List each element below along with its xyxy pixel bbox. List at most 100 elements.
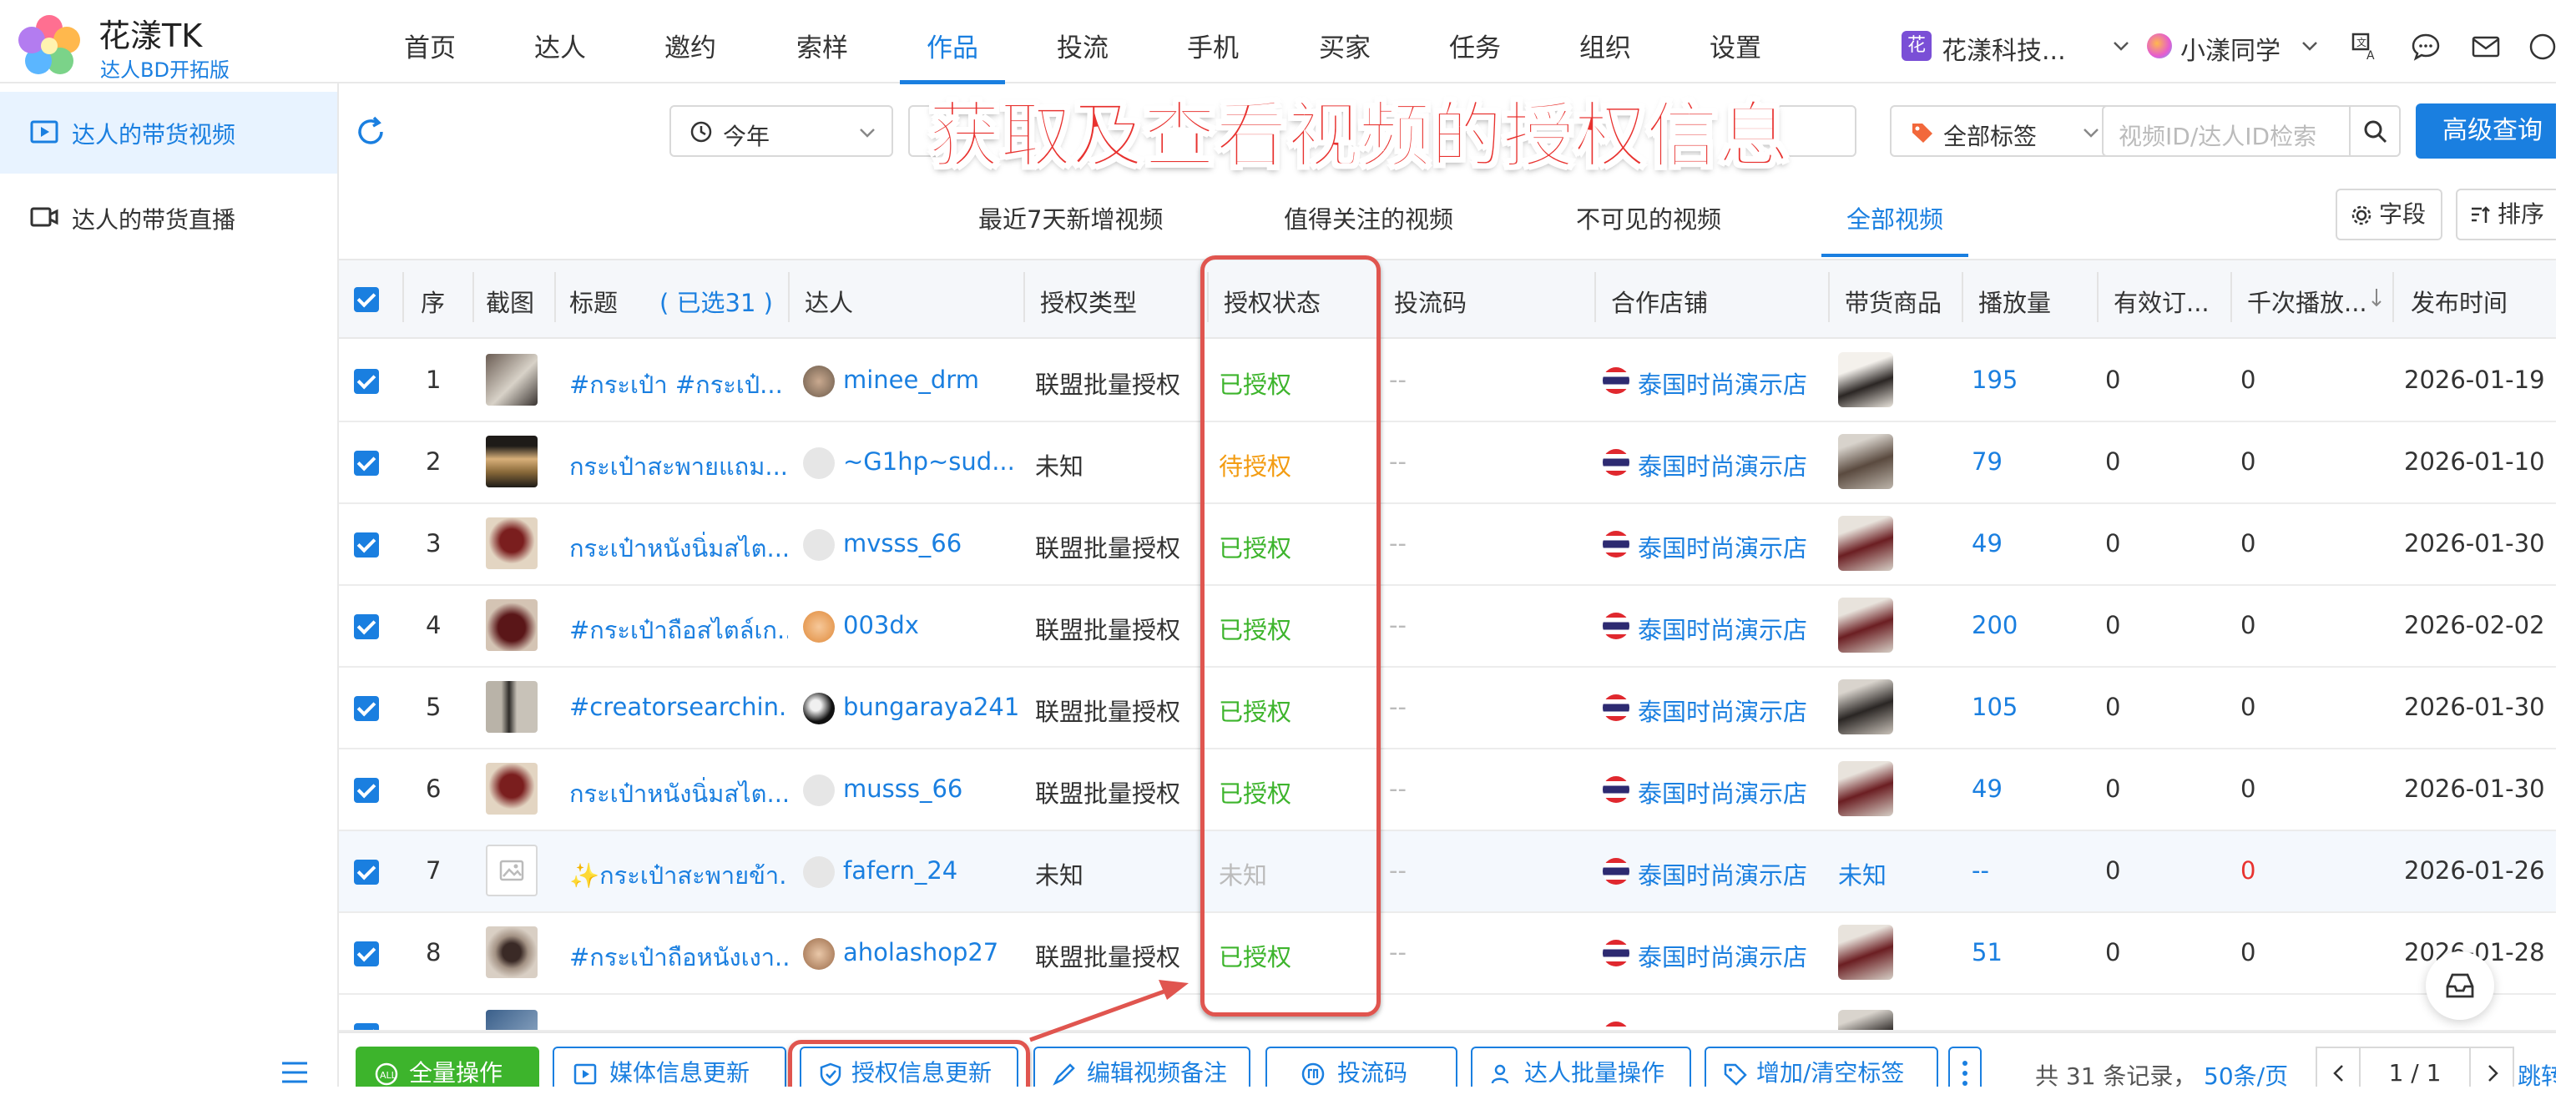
nav-item-organization[interactable]: 组织 [1579, 27, 1631, 64]
row-checkbox[interactable] [354, 614, 379, 639]
product-thumbnail[interactable] [1838, 679, 1893, 734]
sort-descending-icon[interactable] [2369, 287, 2384, 309]
nav-item-works[interactable]: 作品 [927, 27, 978, 64]
sidebar-item-creator-videos[interactable]: 达人的带货视频 [0, 92, 337, 174]
video-thumbnail[interactable] [486, 599, 538, 651]
org-name[interactable]: 花漾科技... [1942, 30, 2066, 67]
column-header-product[interactable]: 带货商品 [1845, 284, 1942, 319]
play-count-link[interactable]: 79 [1972, 447, 2003, 476]
video-title-link[interactable]: #creatorsearchin... [569, 693, 788, 721]
creator-link[interactable]: fafern_24 [843, 856, 957, 885]
product-thumbnail[interactable] [1838, 761, 1893, 816]
chevron-down-icon[interactable] [2301, 37, 2319, 55]
video-thumbnail[interactable] [486, 681, 538, 733]
table-row[interactable]: 5 #creatorsearchin... bungaraya241 联盟批量授… [339, 668, 2576, 749]
row-checkbox[interactable] [354, 369, 379, 394]
nav-item-ads[interactable]: 投流 [1057, 27, 1109, 64]
shop-link[interactable]: 泰国时尚演示店 [1638, 774, 1807, 810]
creator-link[interactable]: ~G1hp~sud... [843, 447, 1018, 476]
creator-link[interactable]: bungaraya241 [843, 693, 1019, 721]
video-title-link[interactable]: #กระเป๋าถือหนังเงา... [569, 938, 788, 976]
video-thumbnail[interactable] [486, 354, 538, 406]
nav-item-invites[interactable]: 邀约 [664, 27, 716, 64]
column-header-plays[interactable]: 播放量 [1978, 284, 2051, 319]
video-title-link[interactable]: กระเป๋าหนังนิ่มสไต... [569, 529, 788, 568]
play-count-link[interactable]: 195 [1972, 366, 2018, 394]
video-thumbnail[interactable] [486, 926, 538, 978]
video-thumbnail[interactable] [486, 517, 538, 569]
video-thumbnail[interactable] [486, 763, 538, 815]
video-thumbnail[interactable] [486, 1010, 538, 1030]
creator-link[interactable]: mvsss_66 [843, 529, 962, 558]
column-header-ad-code[interactable]: 投流码 [1394, 284, 1467, 319]
shop-link[interactable]: 泰国时尚演示店 [1638, 366, 1807, 401]
row-checkbox[interactable] [354, 860, 379, 885]
list-menu-icon[interactable] [280, 1060, 309, 1085]
product-thumbnail[interactable] [1838, 598, 1893, 653]
nav-item-samples[interactable]: 索样 [796, 27, 848, 64]
play-count-link[interactable]: 105 [1972, 693, 2018, 721]
tab-invisible-videos[interactable]: 不可见的视频 [1576, 200, 1721, 235]
product-thumbnail[interactable] [1838, 352, 1893, 407]
shop-link[interactable]: 泰国时尚演示店 [1638, 856, 1807, 891]
nav-item-settings[interactable]: 设置 [1710, 27, 1761, 64]
fields-button[interactable]: 字段 [2336, 189, 2442, 240]
creator-link[interactable]: minee_drm [843, 366, 979, 394]
row-checkbox[interactable] [354, 451, 379, 476]
translate-icon[interactable]: 文 A [2351, 32, 2381, 62]
product-thumbnail[interactable] [1838, 516, 1893, 571]
play-count-link[interactable]: 49 [1972, 774, 2003, 803]
search-button[interactable] [2349, 105, 2401, 157]
tab-all-videos[interactable]: 全部视频 [1846, 200, 1943, 235]
inbox-floating-button[interactable] [2426, 951, 2494, 1020]
product-thumbnail[interactable] [1838, 1010, 1893, 1030]
shop-link[interactable]: 泰国时尚演示店 [1638, 611, 1807, 646]
column-header-index[interactable]: 序 [421, 284, 445, 319]
chat-icon[interactable] [2411, 32, 2441, 62]
product-thumbnail[interactable] [1838, 925, 1893, 980]
nav-item-tasks[interactable]: 任务 [1449, 27, 1501, 64]
select-all-checkbox[interactable] [354, 287, 379, 312]
tag-filter-select[interactable]: 全部标签 [1890, 105, 2117, 157]
product-unknown[interactable]: 未知 [1838, 856, 1887, 891]
table-row[interactable]: 7 ✨กระเป๋าสะพายข้า... fafern_24 未知 未知 --… [339, 831, 2576, 913]
org-badge[interactable]: 花 [1902, 31, 1932, 61]
user-name[interactable]: 小漾同学 [2180, 30, 2281, 67]
table-row[interactable]: 2 กระเป๋าสะพายแถม... ~G1hp~sud... 未知 待授权… [339, 422, 2576, 504]
row-checkbox[interactable] [354, 696, 379, 721]
user-avatar[interactable] [2147, 33, 2172, 58]
video-thumbnail[interactable] [486, 845, 538, 896]
video-thumbnail[interactable] [486, 436, 538, 487]
play-count-link[interactable]: 49 [1972, 529, 2003, 558]
refresh-icon[interactable] [354, 115, 387, 149]
column-header-title[interactable]: 标题 [569, 284, 618, 319]
video-title-link[interactable]: ✨กระเป๋าสะพายข้า... [569, 856, 788, 895]
creator-link[interactable]: 003dx [843, 611, 919, 639]
row-checkbox[interactable] [354, 532, 379, 558]
mail-icon[interactable] [2471, 32, 2501, 62]
play-count-link[interactable]: 51 [1972, 938, 2003, 966]
column-header-creator[interactable]: 达人 [805, 284, 853, 319]
shop-link[interactable]: 泰国时尚演示店 [1638, 693, 1807, 728]
table-row[interactable]: 3 กระเป๋าหนังนิ่มสไต... mvsss_66 联盟批量授权 … [339, 504, 2576, 586]
search-input[interactable]: 视频ID/达人ID检索 [2102, 105, 2352, 157]
video-title-link[interactable]: กระเป๋าสะพายแถม... [569, 447, 788, 486]
advanced-search-button[interactable]: 高级查询 [2416, 103, 2576, 159]
tab-recent-7-days[interactable]: 最近7天新增视频 [978, 200, 1163, 235]
row-checkbox[interactable] [354, 778, 379, 803]
column-header-auth-type[interactable]: 授权类型 [1040, 284, 1137, 319]
nav-item-buyers[interactable]: 买家 [1319, 27, 1371, 64]
video-title-link[interactable]: #กระเป๋า #กระเป๋... [569, 366, 788, 404]
row-checkbox[interactable] [354, 941, 379, 966]
column-header-shop[interactable]: 合作店铺 [1611, 284, 1708, 319]
column-header-per-thousand[interactable]: 千次播放... [2247, 284, 2367, 319]
date-range-select[interactable]: 今年 [669, 105, 893, 157]
column-header-orders[interactable]: 有效订... [2114, 284, 2210, 319]
shop-link[interactable]: 泰国时尚演示店 [1638, 447, 1807, 482]
table-row[interactable]: 4 #กระเป๋าถือสไตล์เก... 003dx 联盟批量授权 已授权… [339, 586, 2576, 668]
row-checkbox[interactable] [354, 1023, 379, 1030]
creator-link[interactable]: aholashop27 [843, 938, 998, 966]
video-title-link[interactable]: #กระเป๋าถือสไตล์เก... [569, 611, 788, 649]
column-header-published[interactable]: 发布时间 [2411, 284, 2508, 319]
table-row[interactable]: 8 #กระเป๋าถือหนังเงา... aholashop27 联盟批量… [339, 913, 2576, 995]
